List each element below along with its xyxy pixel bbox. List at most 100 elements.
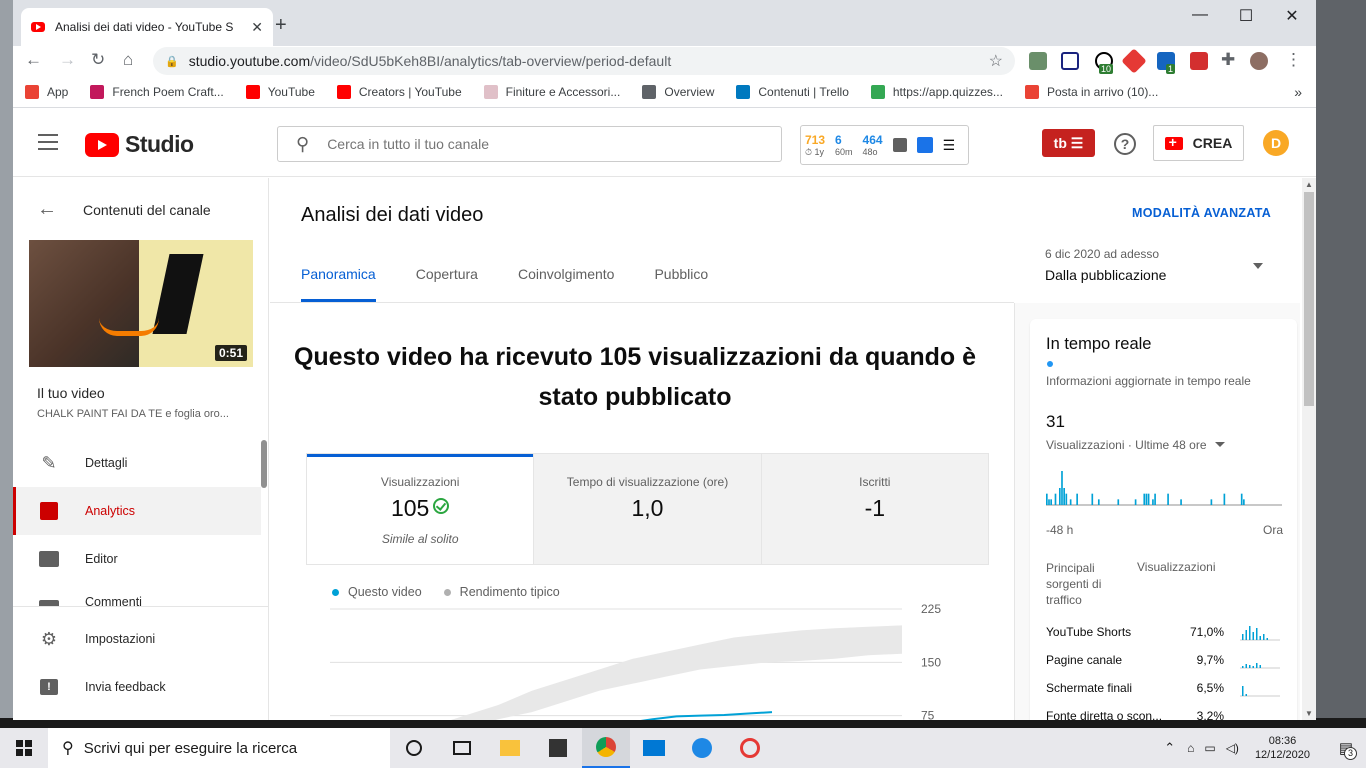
sidebar-item-dettagli[interactable]: ✎ Dettagli (13, 439, 261, 487)
advanced-mode-link[interactable]: MODALITÀ AVANZATA (1132, 206, 1271, 220)
chart-tick-label: 225 (921, 602, 941, 616)
tab-panoramica[interactable]: Panoramica (301, 266, 376, 302)
tab-coinvolgimento[interactable]: Coinvolgimento (518, 266, 615, 302)
tab-pubblico[interactable]: Pubblico (654, 266, 708, 302)
main-content: Analisi dei dati video MODALITÀ AVANZATA… (270, 178, 1300, 720)
reload-icon[interactable]: ↻ (91, 50, 105, 70)
cortana-icon[interactable] (390, 728, 438, 768)
realtime-count: 31 (1046, 412, 1065, 431)
metric-card-views[interactable]: Visualizzazioni 105 Simile al solito (307, 454, 534, 564)
realtime-bar (1061, 471, 1063, 505)
date-range-selector[interactable]: 6 dic 2020 ad adesso Dalla pubblicazione (1045, 247, 1271, 283)
close-window-icon[interactable]: ✕ (1269, 6, 1315, 26)
tray-chevron-icon[interactable]: ⌃ (1164, 740, 1175, 756)
sidebar-item-feedback[interactable]: ! Invia feedback (13, 663, 261, 711)
volume-icon[interactable]: ◁) (1226, 741, 1239, 755)
sidebar-scrollbar[interactable] (261, 440, 267, 488)
channel-search[interactable]: ⚲ (277, 126, 782, 162)
stats-menu-icon[interactable]: ☰ (943, 137, 956, 154)
bookmark-item[interactable]: https://app.quizzes... (870, 84, 1003, 99)
bookmark-label: Creators | YouTube (358, 84, 462, 99)
stats-widget[interactable]: 713 ⏱ 1y 6 60m 464 48o ☰ (800, 125, 969, 165)
browser-tab[interactable]: Analisi dei dati video - YouTube S ✕ (21, 8, 273, 46)
traffic-percentage: 3,2% (1196, 709, 1224, 720)
new-tab-icon[interactable]: + (275, 14, 287, 37)
battery-icon[interactable]: ▭ (1204, 741, 1215, 755)
metric-card-watch-time[interactable]: Tempo di visualizzazione (ore) 1,0 (533, 454, 761, 564)
menu-dots-icon[interactable]: ⋮ (1285, 50, 1302, 70)
bookmark-item[interactable]: Creators | YouTube (336, 84, 462, 99)
stats-play-icon[interactable] (916, 137, 933, 153)
hamburger-menu-icon[interactable] (38, 134, 58, 150)
bookmark-item[interactable]: French Poem Craft... (90, 84, 224, 99)
bookmark-favicon-icon (736, 84, 751, 99)
mail-icon[interactable] (630, 728, 678, 768)
network-icon[interactable]: ⌂ (1187, 741, 1194, 755)
address-bar[interactable]: 🔒 studio.youtube.com/video/SdU5bKeh8BI/a… (153, 47, 1015, 75)
back-icon[interactable]: ← (25, 50, 42, 70)
notification-icon[interactable]: ▤3 (1326, 739, 1366, 760)
stats-chart-icon[interactable] (892, 138, 907, 152)
bookmark-item[interactable]: Finiture e Accessori... (483, 84, 620, 99)
help-icon[interactable]: ? (1114, 133, 1136, 155)
extensions-puzzle-icon[interactable]: ✚ (1221, 50, 1235, 70)
extension-tag-icon[interactable] (1121, 48, 1147, 74)
clock[interactable]: 08:36 12/12/2020 (1255, 734, 1310, 762)
app-icon[interactable] (726, 728, 774, 768)
traffic-row: Fonte diretta o scon... 3,2% (1046, 709, 1286, 720)
bookmark-item[interactable]: Contenuti | Trello (736, 84, 849, 99)
realtime-bar (1046, 493, 1048, 505)
bookmark-item[interactable]: Posta in arrivo (10)... (1024, 84, 1158, 99)
edge-icon[interactable] (678, 728, 726, 768)
sparkline-bar (1252, 632, 1254, 640)
chrome-icon[interactable] (582, 728, 630, 768)
bookmark-label: YouTube (267, 84, 315, 99)
search-input[interactable] (327, 136, 728, 152)
metric-cards: Visualizzazioni 105 Simile al solito Tem… (306, 453, 989, 565)
extension-tubebuddy-icon[interactable] (1190, 52, 1208, 70)
sidebar-item-impostazioni[interactable]: ⚙ Impostazioni (13, 615, 261, 663)
store-icon[interactable] (534, 728, 582, 768)
tab-close-icon[interactable]: ✕ (251, 19, 263, 36)
bookmark-item[interactable]: YouTube (245, 84, 315, 99)
minimize-icon[interactable]: — (1177, 6, 1223, 24)
url-path: /video/SdU5bKeh8BI/analytics/tab-overvie… (310, 53, 672, 69)
tubebuddy-menu-button[interactable]: tb ☰ (1042, 129, 1095, 157)
file-explorer-icon[interactable] (486, 728, 534, 768)
sidebar-item-commenti[interactable]: Commenti (13, 583, 261, 607)
create-button[interactable]: CREA (1153, 125, 1244, 161)
metric-card-subscribers[interactable]: Iscritti -1 (760, 454, 988, 564)
realtime-count-selector[interactable]: Visualizzazioni · Ultime 48 ore (1046, 438, 1225, 452)
taskbar-search[interactable]: ⚲ Scrivi qui per eseguire la ricerca (48, 728, 390, 768)
back-to-content[interactable]: ← Contenuti del canale (37, 198, 211, 221)
sparkline-bar (1242, 686, 1244, 696)
bookmark-item[interactable]: Overview (642, 84, 714, 99)
maximize-icon[interactable]: ☐ (1223, 6, 1269, 26)
realtime-bar (1054, 493, 1057, 505)
channel-avatar[interactable]: D (1263, 130, 1289, 156)
task-view-icon[interactable] (438, 728, 486, 768)
bookmark-star-icon[interactable]: ☆ (989, 51, 1003, 71)
realtime-bar (1117, 499, 1120, 505)
forward-icon[interactable]: → (59, 50, 76, 70)
main-scrollbar[interactable]: ▲ ▼ (1302, 178, 1316, 720)
sparkline-bar (1245, 664, 1247, 668)
sidebar-item-analytics[interactable]: Analytics (13, 487, 261, 535)
extension-cursor-icon[interactable] (1061, 52, 1079, 70)
check-circle-icon (433, 498, 450, 514)
realtime-bar (1091, 493, 1094, 505)
bookmark-item[interactable]: App (25, 84, 68, 99)
bookmarks-more-icon[interactable]: » (1294, 84, 1302, 100)
stat-year-value: 713 (805, 132, 826, 147)
stat-48o: 464 48o (863, 133, 883, 158)
home-icon[interactable]: ⌂ (123, 50, 133, 70)
studio-logo[interactable]: Studio (85, 131, 194, 158)
profile-avatar[interactable] (1250, 52, 1268, 70)
start-button[interactable] (0, 728, 48, 768)
tab-copertura[interactable]: Copertura (416, 266, 478, 302)
extension-bird-icon[interactable] (1029, 52, 1047, 70)
youtube-favicon-icon (31, 22, 45, 32)
studio-header: Studio ⚲ 713 ⏱ 1y 6 60m 464 48o ☰ tb ☰ ? (13, 109, 1316, 177)
sidebar-item-editor[interactable]: Editor (13, 535, 261, 583)
video-thumbnail[interactable]: 0:51 (29, 240, 253, 367)
